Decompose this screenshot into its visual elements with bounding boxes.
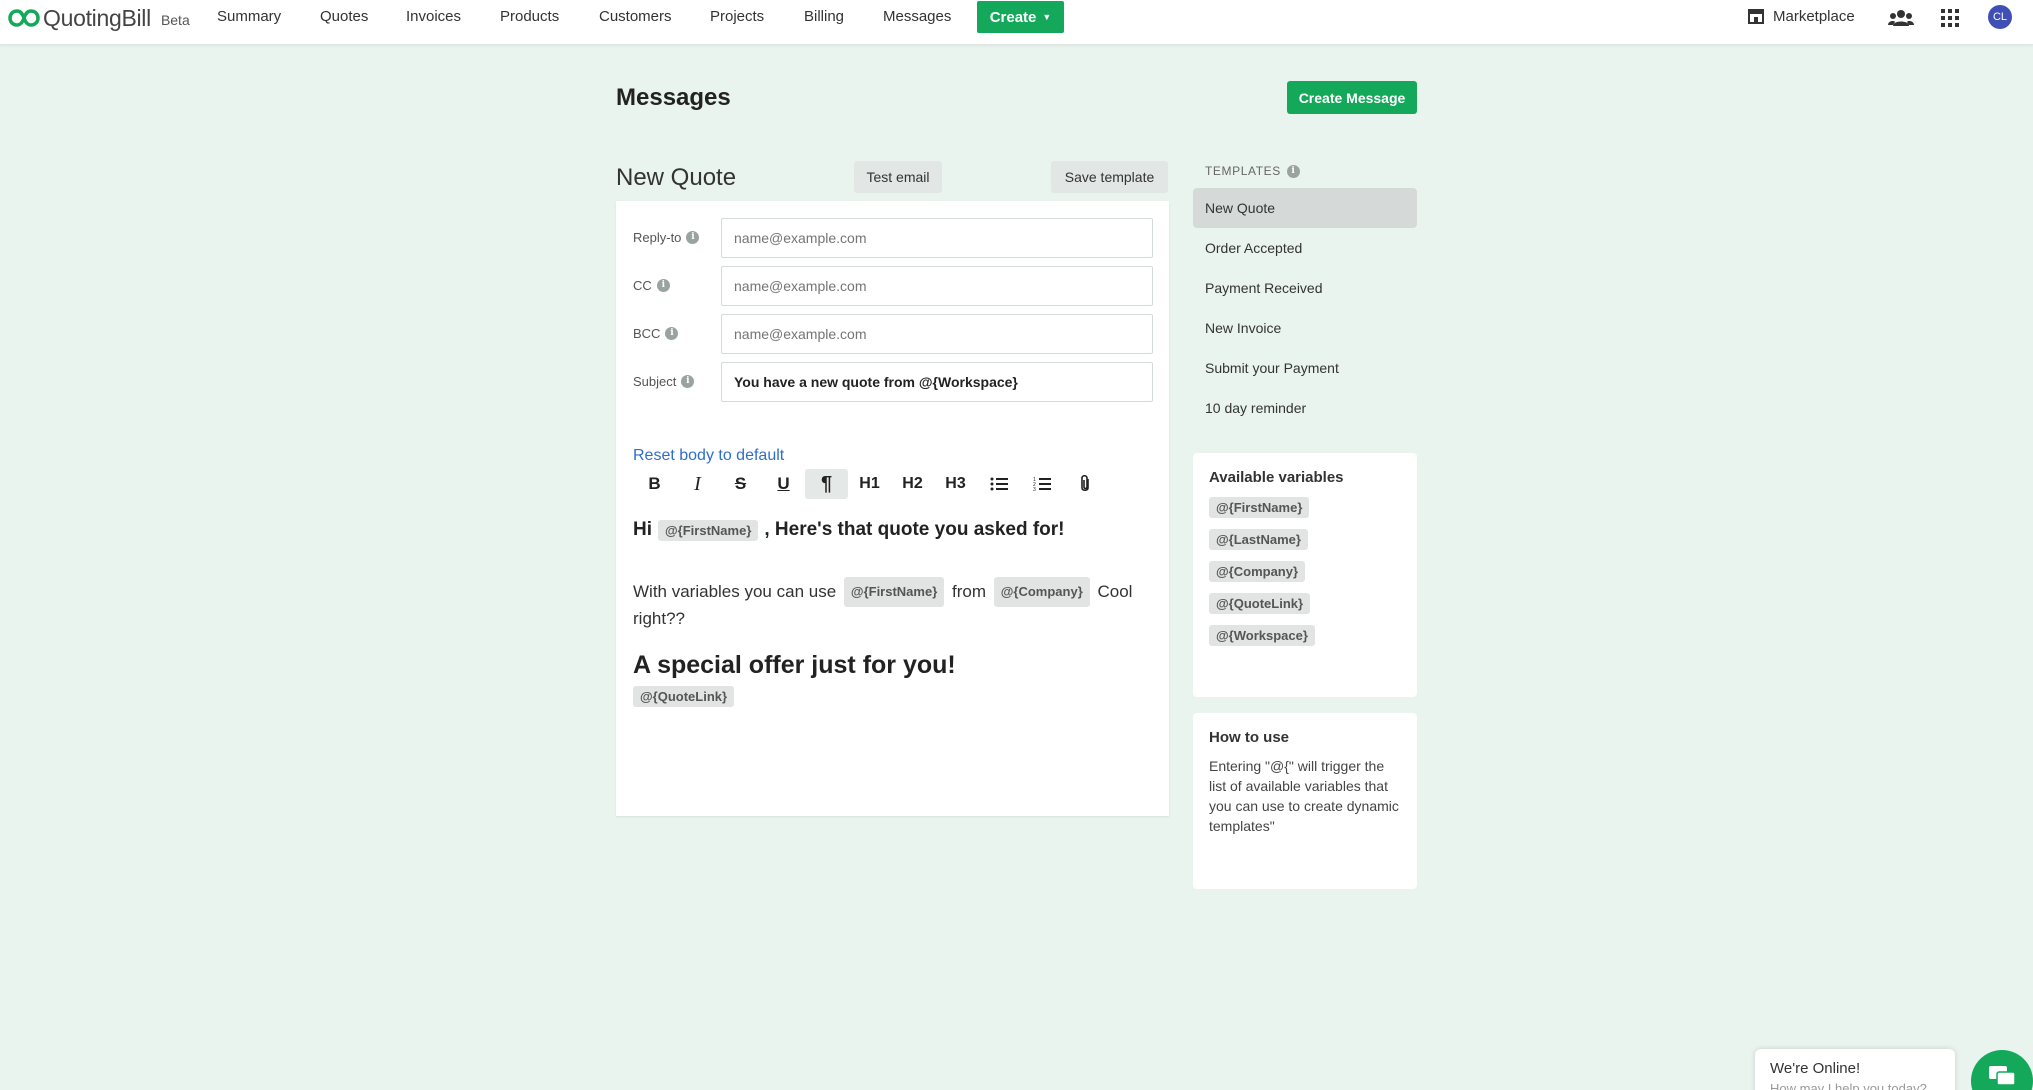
infinity-logo-icon bbox=[8, 9, 40, 27]
variable-chip[interactable]: @{Workspace} bbox=[1209, 625, 1315, 646]
brand-name: QuotingBill bbox=[43, 4, 151, 31]
variable-chip: @{QuoteLink} bbox=[633, 686, 735, 707]
greeting-rest: , Here's that quote you asked for! bbox=[764, 519, 1065, 540]
greeting-line: Hi @{FirstName} , Here's that quote you … bbox=[633, 519, 1153, 541]
create-message-button[interactable]: Create Message bbox=[1287, 81, 1417, 114]
email-body-editor[interactable]: Hi @{FirstName} , Here's that quote you … bbox=[633, 519, 1153, 707]
team-icon[interactable] bbox=[1888, 9, 1914, 27]
reply-to-row: Reply-to i bbox=[616, 218, 1169, 258]
subject-row: Subject i bbox=[616, 362, 1169, 402]
marketplace-label: Marketplace bbox=[1773, 7, 1855, 25]
chat-prompt[interactable]: We're Online! How may I help you today? bbox=[1755, 1049, 1955, 1090]
nav-customers[interactable]: Customers bbox=[599, 8, 672, 25]
nav-billing[interactable]: Billing bbox=[804, 8, 844, 25]
chat-subtitle: How may I help you today? bbox=[1770, 1081, 1927, 1090]
chat-bubble-icon bbox=[1989, 1066, 2016, 1086]
info-icon[interactable]: i bbox=[665, 327, 679, 340]
test-email-button[interactable]: Test email bbox=[854, 161, 942, 193]
italic-icon[interactable]: I bbox=[676, 469, 719, 499]
create-label: Create bbox=[989, 8, 1037, 26]
nav-messages[interactable]: Messages bbox=[883, 8, 951, 25]
strikethrough-icon[interactable]: S bbox=[719, 469, 762, 499]
variable-chip[interactable]: @{QuoteLink} bbox=[1209, 593, 1311, 614]
template-item-10-day-reminder[interactable]: 10 day reminder bbox=[1193, 388, 1417, 428]
create-dropdown-button[interactable]: Create ▼ bbox=[977, 1, 1064, 33]
cc-input[interactable] bbox=[721, 266, 1153, 306]
formatting-toolbar: B I S U ¶ H1 H2 H3 123 bbox=[633, 469, 1106, 499]
paragraph-text: With variables you can use bbox=[633, 582, 837, 601]
heading2-button[interactable]: H2 bbox=[891, 469, 934, 499]
chat-title: We're Online! bbox=[1770, 1060, 1861, 1077]
paragraph-text: from bbox=[952, 582, 986, 601]
save-template-button[interactable]: Save template bbox=[1051, 161, 1168, 193]
reply-to-label: Reply-to i bbox=[633, 230, 700, 245]
subject-label: Subject i bbox=[633, 374, 695, 389]
body-paragraph: With variables you can use @{FirstName} … bbox=[633, 577, 1153, 631]
paperclip-icon[interactable] bbox=[1063, 469, 1106, 499]
template-item-order-accepted[interactable]: Order Accepted bbox=[1193, 228, 1417, 268]
cc-label: CC i bbox=[633, 278, 670, 293]
underline-icon[interactable]: U bbox=[762, 469, 805, 499]
bullet-list-icon[interactable] bbox=[977, 469, 1020, 499]
user-avatar[interactable]: CL bbox=[1988, 5, 2012, 29]
bcc-row: BCC i bbox=[616, 314, 1169, 354]
variables-title: Available variables bbox=[1209, 469, 1344, 486]
paragraph-icon[interactable]: ¶ bbox=[805, 469, 848, 499]
subject-input[interactable] bbox=[721, 362, 1153, 402]
nav-projects[interactable]: Projects bbox=[710, 8, 764, 25]
template-item-submit-payment[interactable]: Submit your Payment bbox=[1193, 348, 1417, 388]
chat-launcher-button[interactable] bbox=[1971, 1050, 2033, 1090]
chevron-down-icon: ▼ bbox=[1042, 12, 1052, 22]
page-title: Messages bbox=[616, 84, 731, 111]
templates-heading-text: TEMPLATES bbox=[1205, 164, 1281, 178]
template-item-new-invoice[interactable]: New Invoice bbox=[1193, 308, 1417, 348]
variable-chip: @{Company} bbox=[993, 577, 1090, 607]
variable-chip: @{FirstName} bbox=[843, 577, 945, 607]
brand[interactable]: QuotingBill Beta bbox=[8, 4, 190, 32]
bcc-label: BCC i bbox=[633, 326, 679, 341]
info-icon[interactable]: i bbox=[656, 279, 670, 292]
available-variables-card: Available variables @{FirstName} @{LastN… bbox=[1193, 453, 1417, 697]
how-to-use-card: How to use Entering "@{" will trigger th… bbox=[1193, 713, 1417, 889]
variable-chip[interactable]: @{LastName} bbox=[1209, 529, 1308, 550]
message-editor-card: Reply-to i CC i BCC i Subject i Reset bo… bbox=[616, 201, 1169, 816]
nav-invoices[interactable]: Invoices bbox=[406, 8, 461, 25]
info-icon[interactable]: i bbox=[1286, 164, 1300, 178]
heading3-button[interactable]: H3 bbox=[934, 469, 977, 499]
variable-chip[interactable]: @{FirstName} bbox=[1209, 497, 1310, 518]
marketplace-link[interactable]: Marketplace bbox=[1747, 7, 1855, 25]
info-icon[interactable]: i bbox=[681, 375, 695, 388]
bcc-label-text: BCC bbox=[633, 326, 661, 341]
cc-label-text: CC bbox=[633, 278, 652, 293]
numbered-list-icon[interactable]: 123 bbox=[1020, 469, 1063, 499]
store-icon bbox=[1748, 9, 1764, 24]
template-item-new-quote[interactable]: New Quote bbox=[1193, 188, 1417, 228]
apps-grid-icon[interactable] bbox=[1941, 9, 1959, 27]
bold-icon[interactable]: B bbox=[633, 469, 676, 499]
variable-chip: @{FirstName} bbox=[658, 519, 759, 541]
info-icon[interactable]: i bbox=[686, 231, 700, 244]
top-nav: QuotingBill Beta Summary Quotes Invoices… bbox=[0, 0, 2033, 45]
heading1-button[interactable]: H1 bbox=[848, 469, 891, 499]
howto-text: Entering "@{" will trigger the list of a… bbox=[1209, 758, 1399, 834]
template-item-payment-received[interactable]: Payment Received bbox=[1193, 268, 1417, 308]
reset-body-link[interactable]: Reset body to default bbox=[633, 447, 784, 465]
svg-text:3: 3 bbox=[1033, 487, 1036, 492]
templates-heading: TEMPLATES i bbox=[1205, 164, 1300, 178]
greeting-hi: Hi bbox=[633, 519, 652, 540]
bcc-input[interactable] bbox=[721, 314, 1153, 354]
howto-title: How to use bbox=[1209, 729, 1290, 746]
reply-to-label-text: Reply-to bbox=[633, 230, 682, 245]
nav-quotes[interactable]: Quotes bbox=[320, 8, 368, 25]
subject-label-text: Subject bbox=[633, 374, 677, 389]
nav-products[interactable]: Products bbox=[500, 8, 559, 25]
template-title: New Quote bbox=[616, 164, 737, 191]
body-heading: A special offer just for you! bbox=[633, 651, 956, 679]
variable-chip[interactable]: @{Company} bbox=[1209, 561, 1306, 582]
reply-to-input[interactable] bbox=[721, 218, 1153, 258]
nav-summary[interactable]: Summary bbox=[217, 8, 281, 25]
cc-row: CC i bbox=[616, 266, 1169, 306]
beta-badge: Beta bbox=[160, 11, 190, 28]
